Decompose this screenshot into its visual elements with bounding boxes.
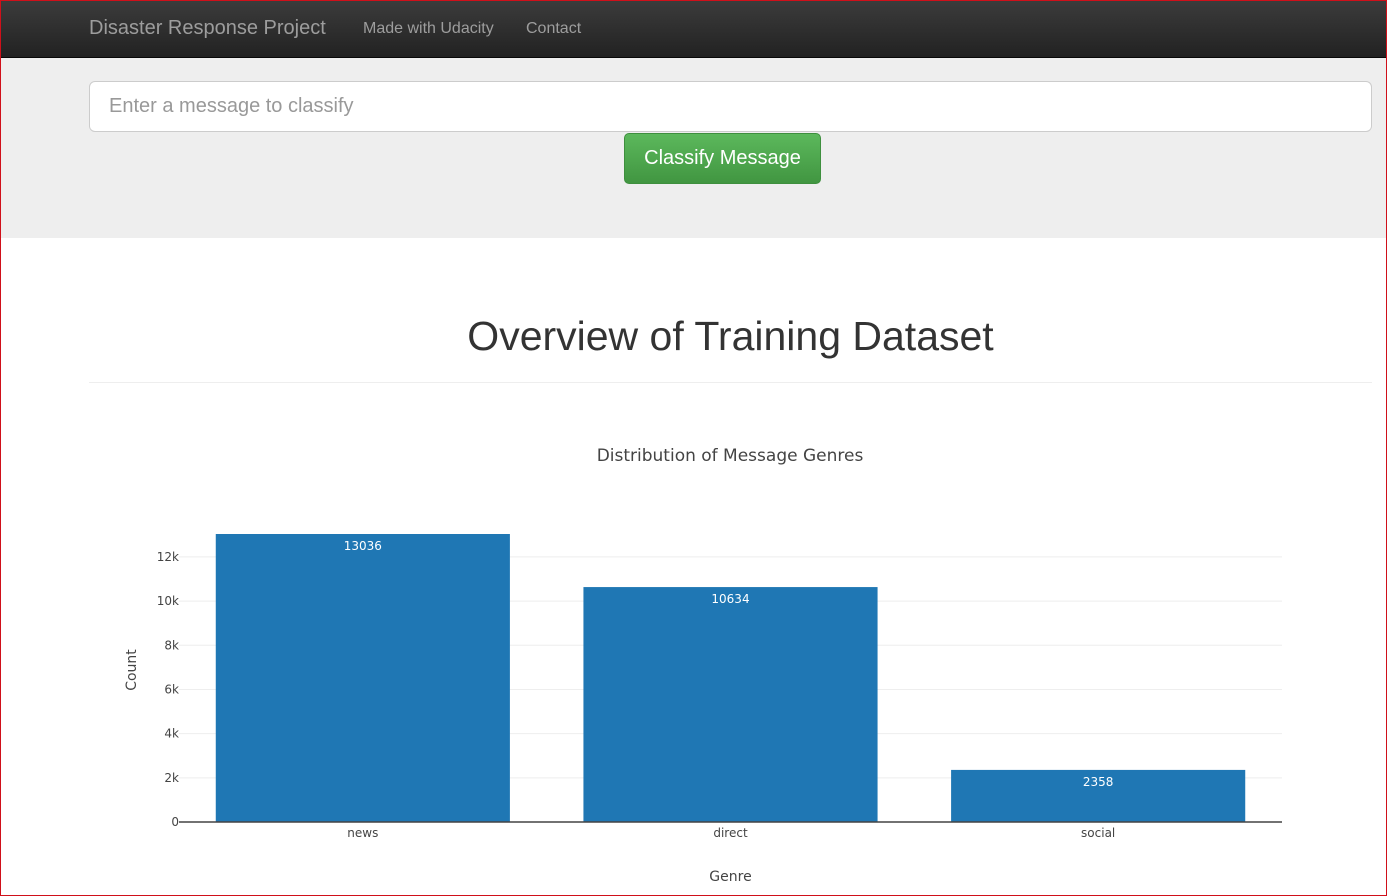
bar-value-label: 2358 [1083, 775, 1114, 789]
x-axis-title: Genre [709, 869, 751, 885]
bar-social [951, 769, 1246, 822]
bar-value-label: 10634 [711, 592, 749, 606]
y-tick-label: 2k [164, 771, 179, 785]
y-axis-title: Count [124, 649, 140, 691]
x-tick-label: direct [713, 826, 748, 840]
y-tick-label: 10k [157, 594, 179, 608]
x-tick-label: social [1081, 826, 1115, 840]
y-tick-label: 4k [164, 727, 179, 741]
page-title: Overview of Training Dataset [467, 313, 994, 359]
y-tick-label: 8k [164, 638, 179, 652]
navbar: Disaster Response Project Made with Udac… [0, 0, 1387, 58]
y-tick-label: 6k [164, 682, 179, 696]
y-tick-label: 0 [171, 815, 179, 829]
title-divider [89, 382, 1372, 383]
bar-value-label: 13036 [344, 539, 382, 553]
y-tick-label: 12k [157, 550, 179, 564]
chart-bars [215, 534, 1246, 822]
brand-link[interactable]: Disaster Response Project [89, 17, 326, 40]
bar-news [215, 534, 510, 822]
chart-title: Distribution of Message Genres [597, 446, 864, 466]
chart-data-labels: 13036 10634 2358 [344, 539, 1114, 789]
bar-direct [583, 587, 878, 822]
chart-axes: 0 2k 4k 6k 8k 10k 12k news direct social [157, 550, 1282, 840]
chart-gridlines [179, 556, 1282, 779]
nav-link-udacity[interactable]: Made with Udacity [363, 20, 494, 38]
x-tick-label: news [347, 826, 378, 840]
message-input[interactable] [89, 81, 1372, 132]
classify-button[interactable]: Classify Message [624, 133, 821, 184]
nav-link-contact[interactable]: Contact [526, 20, 581, 38]
classify-panel: Classify Message [0, 58, 1387, 238]
